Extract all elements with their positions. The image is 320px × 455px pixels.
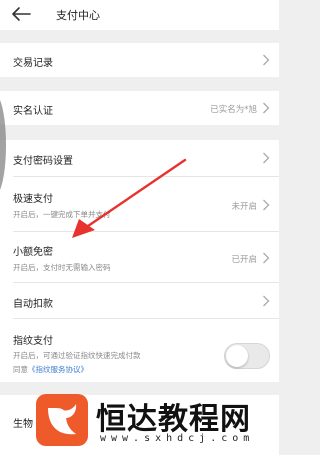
- fingerprint-pay-toggle[interactable]: [224, 343, 270, 369]
- edge-shadow-decoration: [0, 100, 6, 190]
- express-pay-item[interactable]: 极速支付 开启后，一键完成下单并支付 未开启: [0, 177, 279, 232]
- chevron-right-icon: [263, 252, 270, 264]
- fingerprint-pay-description: 开启后，可通过验证指纹快速完成付款: [13, 351, 141, 360]
- small-amount-status: 已开启: [231, 255, 257, 265]
- chevron-right-icon: [263, 199, 270, 211]
- arrow-left-icon[interactable]: [10, 6, 32, 22]
- small-amount-label: 小额免密: [13, 247, 53, 258]
- express-pay-status: 未开启: [231, 202, 257, 212]
- real-name-verification-item[interactable]: 实名认证 已实名为*旭: [0, 91, 279, 125]
- watermark: 恒达教程网 www.sxhdcj.com: [30, 392, 279, 455]
- app-header: 支付中心: [0, 0, 279, 30]
- chevron-right-icon: [263, 54, 270, 66]
- small-amount-password-free-item[interactable]: 小额免密 开启后，支付时无需输入密码 已开启: [0, 232, 279, 283]
- auto-deduction-label: 自动扣款: [13, 299, 53, 310]
- transaction-history-item[interactable]: 交易记录: [0, 43, 279, 77]
- watermark-site-name: 恒达教程网: [96, 402, 251, 437]
- express-pay-description: 开启后，一键完成下单并支付: [13, 210, 111, 219]
- express-pay-label: 极速支付: [13, 194, 53, 205]
- real-name-label: 实名认证: [13, 106, 53, 117]
- page-title: 支付中心: [56, 9, 100, 22]
- watermark-site-url: www.sxhdcj.com: [100, 433, 255, 444]
- fingerprint-pay-item: 指纹支付 开启后，可通过验证指纹快速完成付款 同意《指纹服务协议》: [0, 319, 279, 382]
- payment-password-item[interactable]: 支付密码设置: [0, 140, 279, 177]
- toggle-knob: [226, 345, 248, 367]
- chevron-right-icon: [263, 152, 270, 164]
- chevron-right-icon: [263, 295, 270, 307]
- fingerprint-pay-label: 指纹支付: [13, 336, 53, 347]
- payment-password-label: 支付密码设置: [13, 156, 73, 167]
- chevron-right-icon: [263, 102, 270, 114]
- auto-deduction-item[interactable]: 自动扣款: [0, 283, 279, 319]
- fingerprint-agreement-link[interactable]: 《指纹服务协议》: [28, 365, 88, 374]
- transaction-history-label: 交易记录: [13, 58, 53, 69]
- watermark-logo-icon: [36, 394, 88, 446]
- real-name-status: 已实名为*旭: [210, 105, 257, 115]
- fingerprint-agreement-text: 同意《指纹服务协议》: [13, 364, 88, 375]
- small-amount-description: 开启后，支付时无需输入密码: [13, 263, 111, 272]
- agreement-prefix: 同意: [13, 365, 28, 374]
